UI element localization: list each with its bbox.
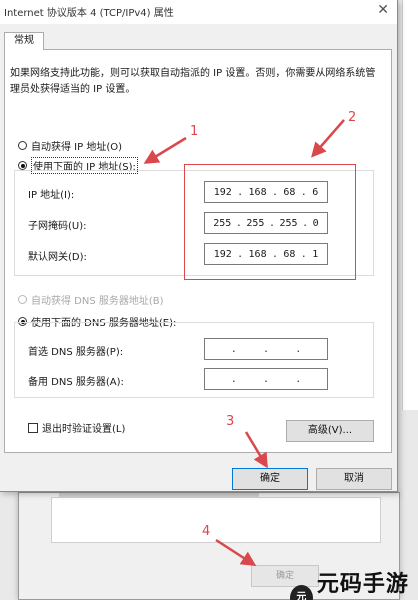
auto-dns-radio[interactable]: 自动获得 DNS 服务器地址(B) xyxy=(18,292,164,307)
ip-address-label: IP 地址(I): xyxy=(28,190,75,201)
validate-on-exit-checkbox[interactable]: 退出时验证设置(L) xyxy=(28,420,125,435)
default-gateway-label: 默认网关(D): xyxy=(28,252,87,263)
step-number-2: 2 xyxy=(348,110,357,125)
auto-ip-radio[interactable]: 自动获得 IP 地址(O) xyxy=(18,138,122,153)
background-right-pane xyxy=(402,0,418,410)
preferred-dns-field[interactable]: . . . xyxy=(204,338,328,360)
ok-button[interactable]: 确定 xyxy=(232,468,308,490)
advanced-button[interactable]: 高级(V)... xyxy=(286,420,374,442)
subnet-mask-label: 子网掩码(U): xyxy=(28,221,87,232)
radio-circle-icon xyxy=(18,141,27,150)
step-number-3: 3 xyxy=(226,414,235,429)
highlight-box xyxy=(184,164,356,280)
validate-on-exit-label: 退出时验证设置(L) xyxy=(42,424,126,435)
preferred-dns-label: 首选 DNS 服务器(P): xyxy=(28,347,124,358)
radio-circle-icon xyxy=(18,295,27,304)
radio-selected-icon xyxy=(18,161,27,170)
alternate-dns-label: 备用 DNS 服务器(A): xyxy=(28,377,124,388)
checkbox-icon xyxy=(28,422,38,433)
description-text: 如果网络支持此功能，则可以获取自动指派的 IP 设置。否则，你需要从网络系统管理… xyxy=(10,68,376,95)
background-panel xyxy=(51,497,381,543)
auto-ip-label: 自动获得 IP 地址(O) xyxy=(31,142,123,153)
watermark-logo: 元 xyxy=(290,585,313,600)
watermark: 元 元码手游网 xyxy=(290,566,418,600)
step-number-4: 4 xyxy=(202,524,211,539)
close-icon[interactable]: ✕ xyxy=(377,2,389,18)
alternate-dns-field[interactable]: . . . xyxy=(204,368,328,390)
watermark-text: 元码手游网 xyxy=(316,572,409,597)
title-bar: Internet 协议版本 4 (TCP/IPv4) 属性 ✕ xyxy=(0,0,397,24)
auto-dns-label: 自动获得 DNS 服务器地址(B) xyxy=(31,296,164,307)
cancel-button[interactable]: 取消 xyxy=(316,468,392,490)
tcpip-properties-dialog: Internet 协议版本 4 (TCP/IPv4) 属性 ✕ 常规 如果网络支… xyxy=(0,0,398,492)
step-number-1: 1 xyxy=(190,124,199,139)
window-title: Internet 协议版本 4 (TCP/IPv4) 属性 xyxy=(4,8,174,19)
tab-general[interactable]: 常规 xyxy=(4,32,44,50)
